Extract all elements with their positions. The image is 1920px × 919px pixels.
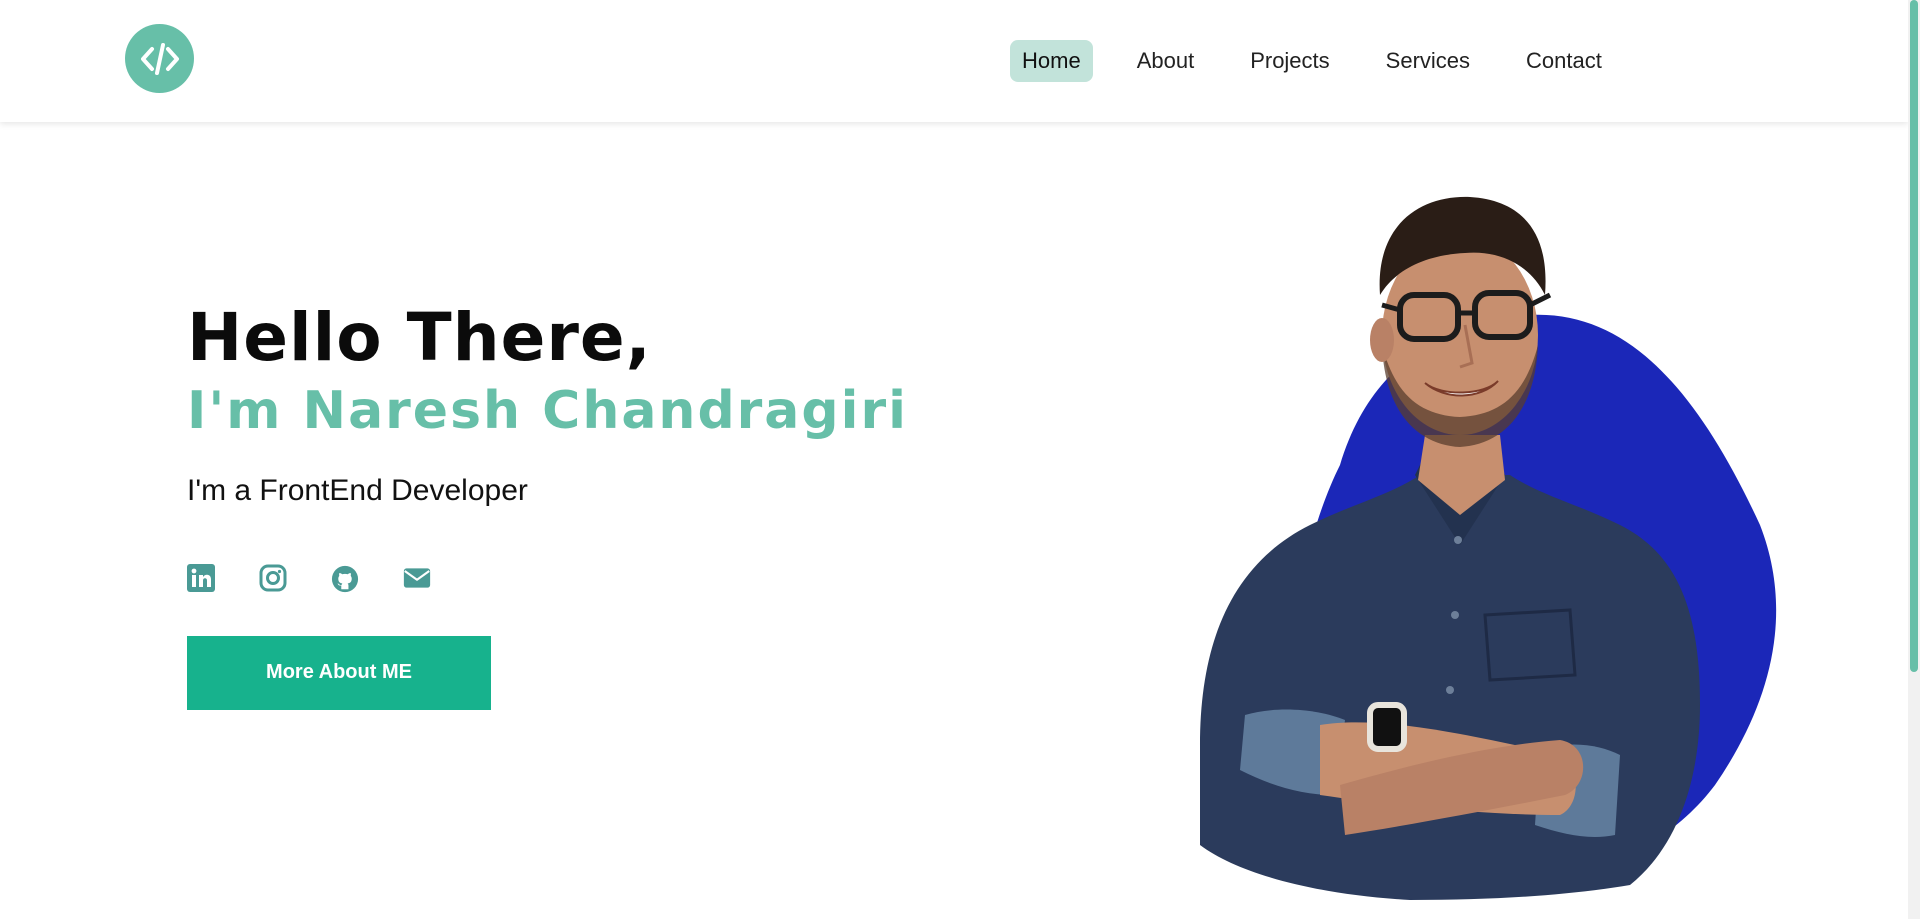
portrait-illustration [1200, 196, 1777, 900]
nav-services[interactable]: Services [1374, 40, 1482, 82]
nav-home[interactable]: Home [1010, 40, 1093, 82]
hero-greeting: Hello There, [187, 299, 652, 376]
code-brackets-icon [140, 42, 179, 75]
page-scrollbar[interactable] [1908, 0, 1920, 919]
page: Home About Projects Services Contact Hel… [0, 0, 1920, 919]
linkedin-icon[interactable] [187, 563, 215, 592]
hero-role: I'm a FrontEnd Developer [187, 473, 528, 507]
nav-contact[interactable]: Contact [1514, 40, 1614, 82]
more-about-me-button[interactable]: More About ME [187, 635, 491, 710]
nav-projects[interactable]: Projects [1238, 40, 1341, 82]
nav-about[interactable]: About [1125, 40, 1207, 82]
github-icon[interactable] [331, 564, 359, 592]
scrollbar-thumb[interactable] [1910, 0, 1918, 672]
site-header: Home About Projects Services Contact [0, 0, 1908, 122]
logo[interactable] [125, 24, 194, 93]
instagram-icon[interactable] [259, 564, 287, 592]
profile-portrait [1170, 145, 1790, 900]
social-links [187, 563, 908, 592]
hero-name: I'm Naresh Chandragiri [187, 380, 908, 441]
main-nav: Home About Projects Services Contact [1010, 40, 1646, 82]
hero-section: Hello There, I'm Naresh Chandragiri I'm … [187, 300, 908, 710]
email-icon[interactable] [403, 564, 431, 592]
